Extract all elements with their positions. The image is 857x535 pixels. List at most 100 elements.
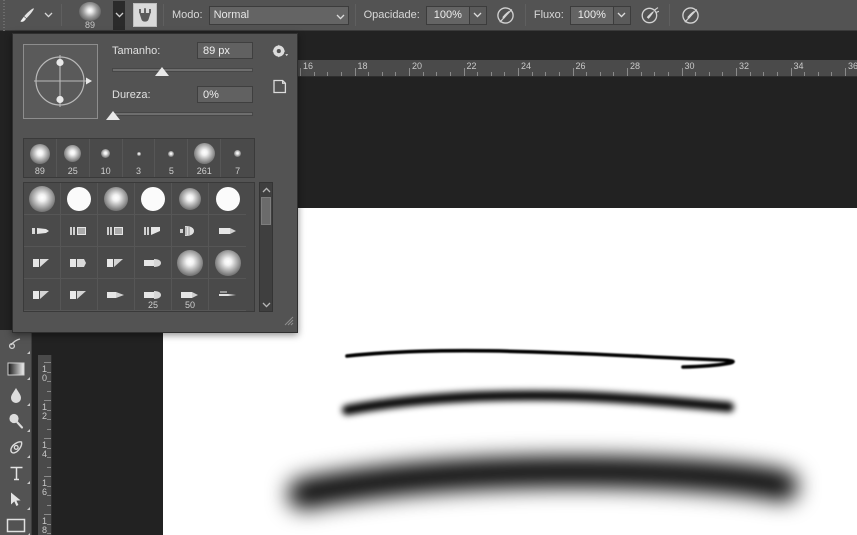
soft-round-brush-icon (104, 186, 128, 211)
brush-grid-cell[interactable] (98, 247, 135, 279)
tool-dodge[interactable] (0, 408, 32, 434)
tool-flyout-corner (27, 507, 30, 510)
brush-grid-cell[interactable]: 25 (135, 279, 172, 311)
ruler-tick-minor (599, 72, 601, 76)
ruler-label: 26 (575, 61, 586, 71)
ruler-tick-minor (749, 72, 751, 76)
tool-blur[interactable] (0, 382, 32, 408)
brush-preset-cell[interactable]: 5 (155, 139, 189, 177)
brush-preset-cell[interactable]: 10 (90, 139, 123, 177)
brush-preset-cell[interactable]: 7 (221, 139, 254, 177)
airbrush-toggle[interactable] (637, 3, 663, 27)
size-slider-track[interactable] (112, 67, 253, 76)
tool-preset-chevron[interactable] (41, 2, 55, 28)
tool-path-selection[interactable] (0, 486, 32, 512)
hardness-input[interactable]: 0% (197, 86, 253, 103)
ruler-tick-minor (763, 72, 765, 76)
flow-input[interactable]: 100% (569, 5, 614, 25)
panel-menu-button[interactable] (272, 44, 289, 62)
tools-sidebar[interactable] (0, 330, 32, 535)
brush-picker-dropdown[interactable] (113, 0, 125, 30)
recent-brush-presets[interactable]: 89 25 10 3 5 261 7 (23, 138, 255, 178)
hardness-slider-track[interactable] (106, 111, 253, 120)
chevron-down-icon (336, 11, 345, 23)
brush-grid-cell[interactable] (209, 215, 246, 247)
size-slider-thumb[interactable] (154, 67, 169, 76)
size-pressure-toggle[interactable] (678, 3, 704, 27)
brush-grid-row (24, 183, 254, 215)
brush-grid-cell[interactable] (61, 279, 98, 311)
tool-pen[interactable] (0, 434, 32, 460)
brush-grid-cell[interactable] (98, 279, 135, 311)
ruler-label: 20 (412, 61, 423, 71)
brush-grid-cell[interactable] (98, 215, 135, 247)
brush-grid-cell[interactable] (172, 215, 209, 247)
opacity-input[interactable]: 100% (425, 5, 470, 25)
brush-grid-cell[interactable] (61, 183, 98, 215)
tool-gradient[interactable] (0, 356, 32, 382)
brush-grid-cell[interactable] (172, 247, 209, 279)
tool-flyout-corner (27, 351, 30, 354)
brush-grid-cell[interactable]: 50 (172, 279, 209, 311)
new-preset-button[interactable] (273, 79, 287, 97)
brush-grid-cell[interactable] (24, 247, 61, 279)
opacity-dropdown[interactable] (469, 5, 487, 25)
brush-angle-thumbnail-icon[interactable] (23, 44, 98, 119)
brush-grid-cell[interactable] (135, 183, 172, 215)
tool-rectangle-shape[interactable] (0, 512, 32, 535)
brush-grid-cell[interactable] (24, 279, 61, 311)
tablet-pressure-button[interactable] (133, 3, 157, 27)
opacity-pressure-toggle[interactable] (493, 3, 519, 27)
brush-grid-cell[interactable] (172, 183, 209, 215)
preset-size-label: 5 (168, 166, 174, 176)
brush-grid-cell[interactable] (209, 247, 246, 279)
brush-grid-cell[interactable] (24, 183, 61, 215)
brush-grid-cell[interactable] (24, 215, 61, 247)
brush-grid-cell[interactable] (135, 215, 172, 247)
tool-type[interactable] (0, 460, 32, 486)
brush-angle-control (34, 55, 92, 107)
brush-preset-grid[interactable]: 25 50 (23, 182, 255, 312)
ruler-tick-major (354, 68, 356, 76)
scrollbar-thumb[interactable] (261, 197, 271, 225)
brush-grid-cell[interactable] (209, 183, 246, 215)
brush-preset-cell[interactable]: 89 (24, 139, 57, 177)
brush-preset-cell[interactable]: 25 (57, 139, 90, 177)
brush-grid-cell[interactable] (135, 247, 172, 279)
ruler-tick-minor (804, 72, 806, 76)
brush-preview-button[interactable]: 89 (68, 1, 112, 30)
ruler-tick-major (627, 68, 628, 76)
brush-grid-cell[interactable] (61, 247, 98, 279)
tool-dodge-burn[interactable] (0, 330, 32, 356)
size-input[interactable]: 89 px (197, 42, 253, 59)
scroll-down-button[interactable] (262, 298, 271, 311)
brush-grid-cell[interactable] (209, 279, 246, 311)
blend-mode-select[interactable]: Normal (208, 5, 349, 25)
soft-round-brush-icon (168, 150, 175, 157)
options-bar-grip[interactable] (0, 0, 9, 31)
ruler-tick-major (790, 68, 792, 76)
ruler-tick-minor (47, 381, 51, 382)
panel-resize-grip[interactable] (283, 315, 294, 329)
flow-dropdown[interactable] (613, 5, 631, 25)
hardness-slider-thumb[interactable] (106, 111, 120, 120)
brush-grid-scrollbar[interactable] (259, 182, 273, 312)
angled-flat-icon (33, 290, 49, 299)
brush-preset-picker-panel[interactable]: Tamanho: 89 px Dureza: 0% 89 25 10 3 5 2… (12, 33, 298, 333)
opacity-value: 100% (433, 9, 462, 21)
ruler-label: 22 (466, 61, 477, 71)
scroll-up-button[interactable] (262, 183, 271, 196)
ruler-label: 34 (793, 61, 804, 71)
brush-grid-cell[interactable] (61, 215, 98, 247)
resize-grip-icon (284, 316, 294, 326)
tool-flyout-corner (27, 481, 30, 484)
brush-preset-cell[interactable]: 3 (123, 139, 156, 177)
brush-grid-cell[interactable] (98, 183, 135, 215)
brush-sliders: Tamanho: 89 px Dureza: 0% (106, 42, 287, 134)
ruler-vertical[interactable]: 1012141618 (38, 355, 52, 535)
gear-icon (272, 44, 289, 58)
current-tool-button[interactable] (13, 2, 41, 28)
tool-flyout-corner (27, 377, 30, 380)
brush-preset-cell[interactable]: 261 (188, 139, 222, 177)
ruler-tick-minor (545, 72, 547, 76)
